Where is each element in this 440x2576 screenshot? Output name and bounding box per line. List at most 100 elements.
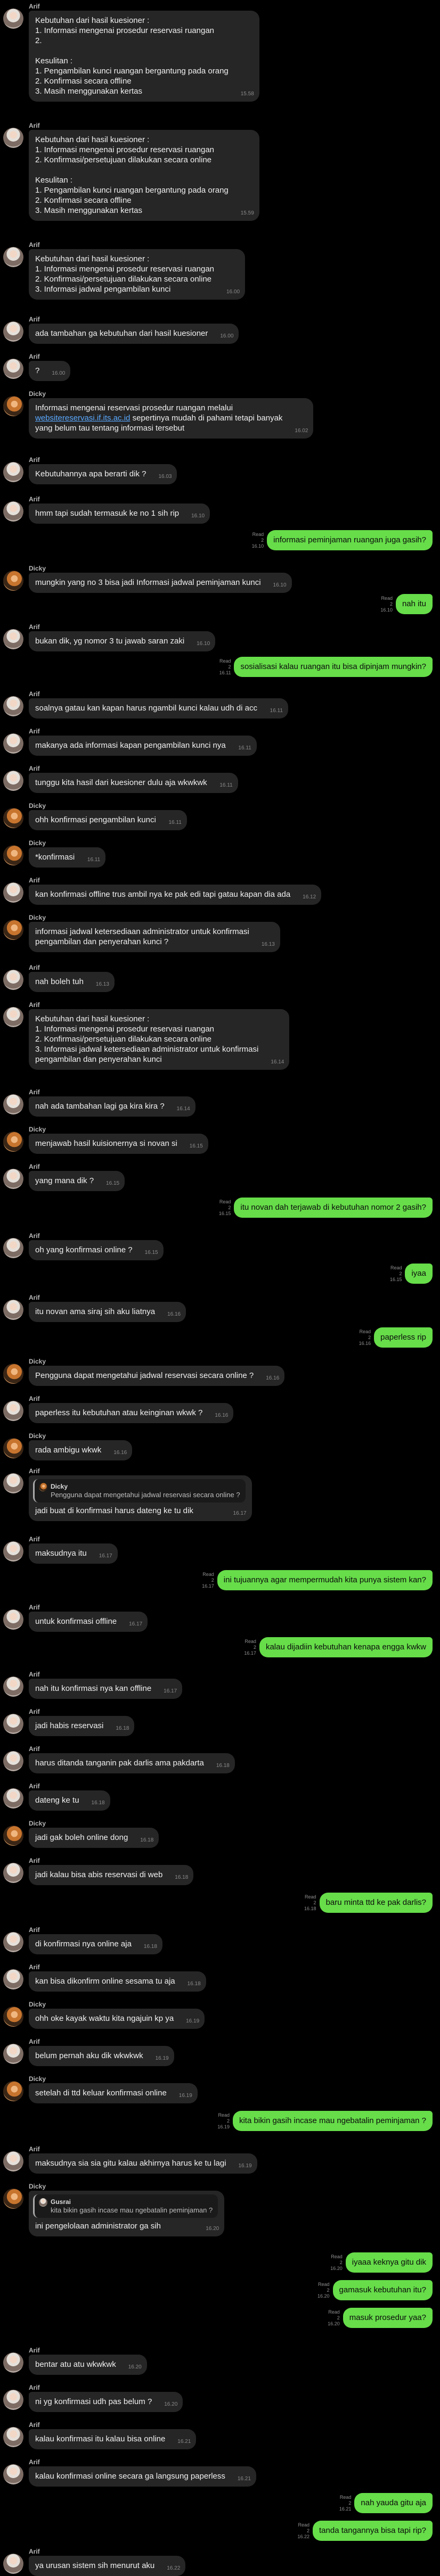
- message-bubble[interactable]: belum pernah aku dik wkwkwk 16.19: [29, 2046, 174, 2066]
- avatar[interactable]: [3, 1609, 23, 1630]
- avatar[interactable]: [3, 696, 23, 716]
- message-bubble[interactable]: nah boleh tuh 16.13: [29, 972, 115, 992]
- avatar[interactable]: [3, 970, 23, 990]
- incoming-message[interactable]: Dicky jadi gak boleh online dong 16.18: [0, 1819, 440, 1848]
- avatar[interactable]: [3, 1473, 23, 1493]
- incoming-message[interactable]: Arif Kebutuhannya apa berarti dik ? 16.03: [0, 456, 440, 484]
- message-bubble[interactable]: menjawab hasil kuisionernya si novan si 1…: [29, 1134, 208, 1154]
- incoming-message[interactable]: Arif kan konfirmasi offline trus ambil ny…: [0, 876, 440, 905]
- message-bubble[interactable]: di konfirmasi nya online aja 16.18: [29, 1934, 162, 1954]
- avatar[interactable]: [3, 882, 23, 903]
- avatar[interactable]: [3, 128, 23, 148]
- message-bubble[interactable]: *konfirmasi 16.11: [29, 847, 106, 868]
- avatar[interactable]: [3, 462, 23, 482]
- message-bubble[interactable]: dateng ke tu 16.18: [29, 1790, 110, 1811]
- message-bubble[interactable]: kalau dijadiin kebutuhan kenapa engga kw…: [244, 1637, 433, 1657]
- incoming-message[interactable]: Arif dateng ke tu 16.18: [0, 1782, 440, 1811]
- incoming-message[interactable]: Arif jadi habis reservasi 16.18: [0, 1707, 440, 1736]
- avatar[interactable]: [3, 2427, 23, 2447]
- avatar[interactable]: [3, 845, 23, 865]
- avatar[interactable]: [3, 1541, 23, 1562]
- message-bubble[interactable]: tanda tangannya bisa tapi rip? Read 2 16.…: [297, 2521, 433, 2541]
- incoming-message[interactable]: Arif kalau konfirmasi itu kalau bisa onli…: [0, 2421, 440, 2449]
- message-bubble[interactable]: ohh konfirmasi pengambilan kunci 16.11: [29, 810, 187, 830]
- incoming-message[interactable]: Dicky informasi jadwal ketersediaan admin…: [0, 913, 440, 952]
- avatar[interactable]: [3, 1714, 23, 1734]
- message-bubble[interactable]: hmm tapi sudah termasuk ke no 1 sih rip 1…: [29, 503, 210, 524]
- incoming-message[interactable]: Dicky setelah di ttd keluar konfirmasi on…: [0, 2075, 440, 2103]
- incoming-message[interactable]: Arif nah boleh tuh 16.13: [0, 963, 440, 992]
- message-bubble[interactable]: kita bikin gasih incase mau ngebatalin p…: [217, 2111, 433, 2131]
- message-bubble[interactable]: Pengguna dapat mengetahui jadwal reserva…: [29, 1366, 285, 1386]
- avatar[interactable]: [3, 2352, 23, 2373]
- incoming-message[interactable]: Dicky Gusrai kita bikin gasih incase mau n…: [0, 2182, 440, 2236]
- avatar[interactable]: [3, 9, 23, 29]
- incoming-message[interactable]: Arif Kebutuhan dari hasil kuesioner : 1. …: [0, 241, 440, 300]
- message-bubble[interactable]: kan bisa dikonfirm online sesama tu aja 1…: [29, 1971, 206, 1992]
- avatar[interactable]: [3, 2081, 23, 2101]
- message-bubble[interactable]: Kebutuhan dari hasil kuesioner : 1. Info…: [29, 249, 246, 300]
- avatar[interactable]: [3, 2554, 23, 2574]
- message-bubble[interactable]: Kebutuhan dari hasil kuesioner : 1. Info…: [29, 11, 259, 102]
- message-bubble[interactable]: kalau konfirmasi online secara ga langsu…: [29, 2466, 256, 2487]
- message-bubble[interactable]: nah yauda gitu aja Read 2 16.21: [339, 2493, 433, 2513]
- avatar[interactable]: [3, 1751, 23, 1771]
- incoming-message[interactable]: Arif Kebutuhan dari hasil kuesioner : 1. …: [0, 121, 440, 221]
- message-bubble[interactable]: gamasuk kebutuhan itu? Read 2 16.20: [317, 2280, 433, 2300]
- message-bubble[interactable]: harus ditanda tanganin pak darlis ama pa…: [29, 1753, 235, 1773]
- incoming-message[interactable]: Arif ni yg konfirmasi udh pas belum ? 16.2…: [0, 2383, 440, 2412]
- incoming-message[interactable]: Dicky ohh oke kayak waktu kita ngajuin kp…: [0, 2000, 440, 2029]
- message-bubble[interactable]: nah itu konfirmasi nya kan offline 16.17: [29, 1679, 183, 1699]
- incoming-message[interactable]: Arif Kebutuhan dari hasil kuesioner : 1. …: [0, 1001, 440, 1070]
- avatar[interactable]: [3, 629, 23, 649]
- outgoing-message[interactable]: itu novan dah terjawab di kebutuhan nomo…: [0, 1198, 440, 1218]
- incoming-message[interactable]: Dicky Pengguna dapat mengetahui jadwal re…: [0, 1357, 440, 1386]
- incoming-message[interactable]: Dicky ohh konfirmasi pengambilan kunci 16.…: [0, 802, 440, 830]
- incoming-message[interactable]: Arif soalnya gatau kan kapan harus ngambi…: [0, 690, 440, 719]
- message-bubble[interactable]: itu novan ama siraj sih aku liatnya 16.16: [29, 1302, 186, 1322]
- avatar[interactable]: [3, 1169, 23, 1189]
- incoming-message[interactable]: Arif hmm tapi sudah termasuk ke no 1 sih …: [0, 495, 440, 524]
- avatar[interactable]: [3, 2464, 23, 2484]
- message-bubble[interactable]: rada ambigu wkwk 16.16: [29, 1440, 133, 1460]
- message-bubble[interactable]: itu novan dah terjawab di kebutuhan nomo…: [219, 1198, 433, 1218]
- message-bubble[interactable]: yang mana dik ? 16.15: [29, 1171, 125, 1191]
- incoming-message[interactable]: Arif? 16.00: [0, 352, 440, 381]
- message-bubble[interactable]: mungkin yang no 3 bisa jadi Informasi ja…: [29, 573, 292, 593]
- message-bubble[interactable]: ini tujuannya agar mempermudah kita puny…: [202, 1570, 433, 1590]
- message-bubble[interactable]: Informasi mengenai reservasi prosedur ru…: [29, 398, 314, 439]
- avatar[interactable]: [3, 1969, 23, 1989]
- message-bubble[interactable]: ni yg konfirmasi udh pas belum ? 16.20: [29, 2392, 183, 2412]
- avatar[interactable]: [3, 1677, 23, 1697]
- avatar[interactable]: [3, 247, 23, 267]
- avatar[interactable]: [3, 920, 23, 940]
- incoming-message[interactable]: Arif nah itu konfirmasi nya kan offline 16…: [0, 1670, 440, 1699]
- message-bubble[interactable]: Kebutuhan dari hasil kuesioner : 1. Info…: [29, 130, 259, 221]
- incoming-message[interactable]: Arif belum pernah aku dik wkwkwk 16.19: [0, 2037, 440, 2066]
- avatar[interactable]: [3, 808, 23, 828]
- avatar[interactable]: [3, 2189, 23, 2209]
- avatar[interactable]: [3, 2007, 23, 2027]
- quoted-reply[interactable]: Gusrai kita bikin gasih incase mau ngebat…: [33, 2194, 218, 2218]
- avatar[interactable]: [3, 1863, 23, 1883]
- avatar[interactable]: [3, 396, 23, 416]
- message-bubble[interactable]: setelah di ttd keluar konfirmasi online 1…: [29, 2083, 198, 2103]
- message-bubble[interactable]: tunggu kita hasil dari kuesioner dulu aj…: [29, 773, 238, 793]
- incoming-message[interactable]: Arif bentar atu atu wkwkwk 16.20: [0, 2346, 440, 2375]
- outgoing-message[interactable]: iyaa Read 2 16.15: [0, 1264, 440, 1284]
- incoming-message[interactable]: Arif yang mana dik ? 16.15: [0, 1162, 440, 1191]
- message-bubble[interactable]: jadi habis reservasi 16.18: [29, 1716, 135, 1736]
- outgoing-message[interactable]: kita bikin gasih incase mau ngebatalin p…: [0, 2111, 440, 2131]
- message-bubble[interactable]: sosialisasi kalau ruangan itu bisa dipin…: [219, 657, 433, 677]
- incoming-message[interactable]: Arif makanya ada informasi kapan pengambi…: [0, 727, 440, 756]
- avatar[interactable]: [3, 1132, 23, 1152]
- avatar[interactable]: [3, 321, 23, 342]
- outgoing-message[interactable]: tanda tangannya bisa tapi rip? Read 2 16.…: [0, 2521, 440, 2541]
- message-bubble[interactable]: paperless rip Read 2 16.16: [359, 1327, 433, 1348]
- message-bubble[interactable]: untuk konfirmasi offline 16.17: [29, 1612, 148, 1632]
- message-bubble[interactable]: oh yang konfirmasi online ? 16.15: [29, 1240, 164, 1260]
- avatar[interactable]: [3, 1238, 23, 1258]
- avatar[interactable]: [3, 1438, 23, 1458]
- message-bubble[interactable]: makanya ada informasi kapan pengambilan …: [29, 736, 257, 756]
- outgoing-message[interactable]: nah yauda gitu aja Read 2 16.21: [0, 2493, 440, 2513]
